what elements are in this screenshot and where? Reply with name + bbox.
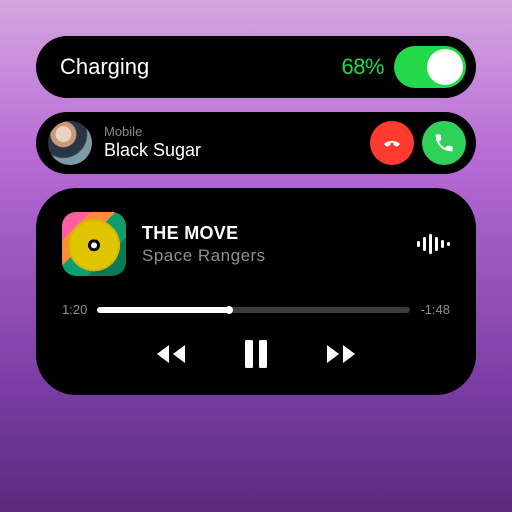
album-art xyxy=(62,212,126,276)
transport-controls xyxy=(62,339,450,369)
skip-forward-icon xyxy=(323,342,359,366)
track-title: THE MOVE xyxy=(142,223,417,244)
scrubber-fill xyxy=(97,307,228,313)
caller-name: Black Sugar xyxy=(104,140,362,161)
battery-status-pill: Charging 68% xyxy=(36,36,476,98)
call-text: Mobile Black Sugar xyxy=(104,125,362,161)
phone-down-icon xyxy=(380,131,404,155)
track-info: THE MOVE Space Rangers xyxy=(142,223,417,266)
remaining-time: -1:48 xyxy=(420,302,450,317)
media-player-card: THE MOVE Space Rangers 1:20 -1:48 xyxy=(36,188,476,395)
scrubber-thumb xyxy=(225,306,233,314)
phone-icon xyxy=(433,132,455,154)
incoming-call-pill: Mobile Black Sugar xyxy=(36,112,476,174)
decline-call-button[interactable] xyxy=(370,121,414,165)
waveform-icon[interactable] xyxy=(417,233,450,255)
scrubber[interactable] xyxy=(97,307,410,313)
accept-call-button[interactable] xyxy=(422,121,466,165)
battery-percent: 68% xyxy=(341,54,384,80)
pause-icon xyxy=(243,339,269,369)
progress-row: 1:20 -1:48 xyxy=(62,302,450,317)
previous-track-button[interactable] xyxy=(153,342,189,366)
pause-button[interactable] xyxy=(243,339,269,369)
skip-back-icon xyxy=(153,342,189,366)
next-track-button[interactable] xyxy=(323,342,359,366)
call-type-label: Mobile xyxy=(104,125,362,140)
media-header-row: THE MOVE Space Rangers xyxy=(62,212,450,276)
caller-avatar xyxy=(48,121,92,165)
charging-label: Charging xyxy=(60,54,341,80)
elapsed-time: 1:20 xyxy=(62,302,87,317)
toggle-knob xyxy=(427,49,463,85)
battery-toggle[interactable] xyxy=(394,46,466,88)
track-artist: Space Rangers xyxy=(142,246,417,266)
